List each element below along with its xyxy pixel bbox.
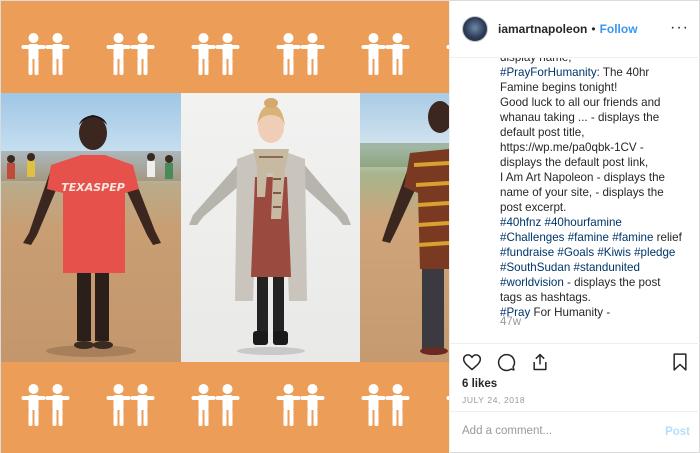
post-header: iamartnapoleon • Follow ··· xyxy=(450,1,700,58)
caption-text-run: relief xyxy=(653,231,682,244)
paper-people-icon xyxy=(446,396,449,400)
hashtag-link[interactable]: #standunited xyxy=(574,261,640,274)
post-image[interactable]: TEXASPEP xyxy=(1,1,449,453)
hashtag-link[interactable]: #PrayForHumanity xyxy=(500,66,597,79)
caption-text-run: https://wp.me/pa0qbk-1CV - xyxy=(500,141,644,154)
comment-bar: Post xyxy=(450,411,700,453)
caption-text-run: - displays the post xyxy=(563,276,661,289)
comment-input[interactable] xyxy=(462,425,642,437)
caption-line: whanau taking ... - displays the xyxy=(500,111,659,124)
paper-chain-band-bottom xyxy=(1,362,449,453)
photo-woman-grey-coat xyxy=(181,93,360,362)
caption-line: Famine begins tonight! xyxy=(500,81,617,94)
comment-icon[interactable] xyxy=(496,352,516,372)
caption-line: post excerpt. xyxy=(500,201,566,214)
caption-text-run: default post title, xyxy=(500,126,585,139)
boy-red-shirt-illustration: TEXASPEP xyxy=(1,115,181,357)
caption-text-run: post excerpt. xyxy=(500,201,567,214)
hashtag-link[interactable]: #fundraise xyxy=(500,246,554,259)
paper-people-icon xyxy=(276,384,325,426)
heart-icon[interactable] xyxy=(462,352,482,372)
bookmark-icon[interactable] xyxy=(670,352,690,372)
paper-people-icon xyxy=(276,33,325,75)
post-caption: display name, #PrayForHumanity: The 40hr F… xyxy=(450,58,700,343)
caption-line: displays the default post link, xyxy=(500,156,648,169)
username-link[interactable]: iamartnapoleon xyxy=(498,22,587,36)
caption-text-run: tags as hashtags. xyxy=(500,291,591,304)
caption-text-run: For Humanity - xyxy=(530,306,611,319)
caption-text: display name, #PrayForHumanity: The 40hr F… xyxy=(500,58,690,320)
man-illustration xyxy=(360,101,449,355)
paper-chain-figures xyxy=(9,384,449,426)
caption-line: #SouthSudan #standunited xyxy=(500,261,640,274)
caption-text-run: name of your site, - displays the xyxy=(500,186,664,199)
header-separator: • xyxy=(591,22,596,36)
caption-text-run: I Am Art Napoleon - displays the xyxy=(500,171,665,184)
paper-people-icon xyxy=(106,384,155,426)
instagram-post: TEXASPEP iamartnapoleon • Follow ··· #Pr… xyxy=(0,0,700,453)
paper-people-icon xyxy=(361,33,410,75)
follow-button[interactable]: Follow xyxy=(600,22,638,36)
paper-people-icon xyxy=(21,33,70,75)
caption-text-run: displays the default post link, xyxy=(500,156,649,169)
caption-line: tags as hashtags. xyxy=(500,291,591,304)
caption-text-run: : The 40hr xyxy=(596,66,650,79)
paper-people-icon xyxy=(21,384,70,426)
caption-timestamp[interactable]: 47w xyxy=(500,316,521,328)
caption-line: #PrayForHumanity: The 40hr xyxy=(500,66,649,79)
paper-people-icon xyxy=(191,33,240,75)
action-icons xyxy=(462,352,550,372)
caption-text-run: whanau taking ... - displays the xyxy=(500,111,660,124)
paper-chain-band-top xyxy=(1,1,449,93)
hashtag-link[interactable]: #40hfnz xyxy=(500,216,541,229)
caption-line: #worldvision - displays the post xyxy=(500,276,660,289)
hashtag-link[interactable]: #Challenges xyxy=(500,231,564,244)
woman-illustration xyxy=(189,98,351,355)
caption-text-run: Good luck to all our friends and xyxy=(500,96,661,109)
hashtag-link[interactable]: #SouthSudan xyxy=(500,261,570,274)
caption-line: #Challenges #famine #famine relief xyxy=(500,231,682,244)
photo-man-patterned-shirt xyxy=(360,93,449,362)
shirt-text: TEXASPEP xyxy=(61,181,125,194)
hashtag-link[interactable]: #40hourfamine xyxy=(545,216,622,229)
caption-line: https://wp.me/pa0qbk-1CV - xyxy=(500,141,644,154)
more-options-icon[interactable]: ··· xyxy=(670,19,689,37)
post-date: JULY 24, 2018 xyxy=(462,395,526,405)
caption-text-run: Famine begins tonight! xyxy=(500,81,618,94)
avatar[interactable] xyxy=(462,16,488,42)
post-sidebar: iamartnapoleon • Follow ··· display name… xyxy=(449,1,700,453)
paper-people-icon xyxy=(106,33,155,75)
post-comment-button[interactable]: Post xyxy=(665,426,690,438)
likes-count[interactable]: 6 likes xyxy=(462,378,497,390)
post-actions: 6 likes JULY 24, 2018 xyxy=(450,343,700,411)
hashtag-link[interactable]: #pledge xyxy=(634,246,675,259)
caption-line: #40hfnz #40hourfamine xyxy=(500,216,622,229)
paper-people-icon xyxy=(361,384,410,426)
caption-line: name of your site, - displays the xyxy=(500,186,664,199)
caption-text-run: display name, xyxy=(500,58,572,64)
paper-people-icon xyxy=(191,384,240,426)
hashtag-link[interactable]: #Kiwis xyxy=(597,246,631,259)
caption-line: #fundraise #Goals #Kiwis #pledge xyxy=(500,246,675,259)
share-icon[interactable] xyxy=(530,352,550,372)
hashtag-link[interactable]: #famine xyxy=(568,231,609,244)
hashtag-link[interactable]: #worldvision xyxy=(500,276,564,289)
caption-line: default post title, xyxy=(500,126,584,139)
hashtag-link[interactable]: #Goals xyxy=(557,246,594,259)
photo-boy-red-shirt: TEXASPEP xyxy=(1,93,181,362)
paper-chain-figures xyxy=(9,33,449,75)
paper-people-icon xyxy=(446,45,449,49)
caption-line: display name, xyxy=(500,58,572,64)
hashtag-link[interactable]: #famine xyxy=(612,231,653,244)
caption-line: Good luck to all our friends and xyxy=(500,96,660,109)
caption-line: I Am Art Napoleon - displays the xyxy=(500,171,665,184)
